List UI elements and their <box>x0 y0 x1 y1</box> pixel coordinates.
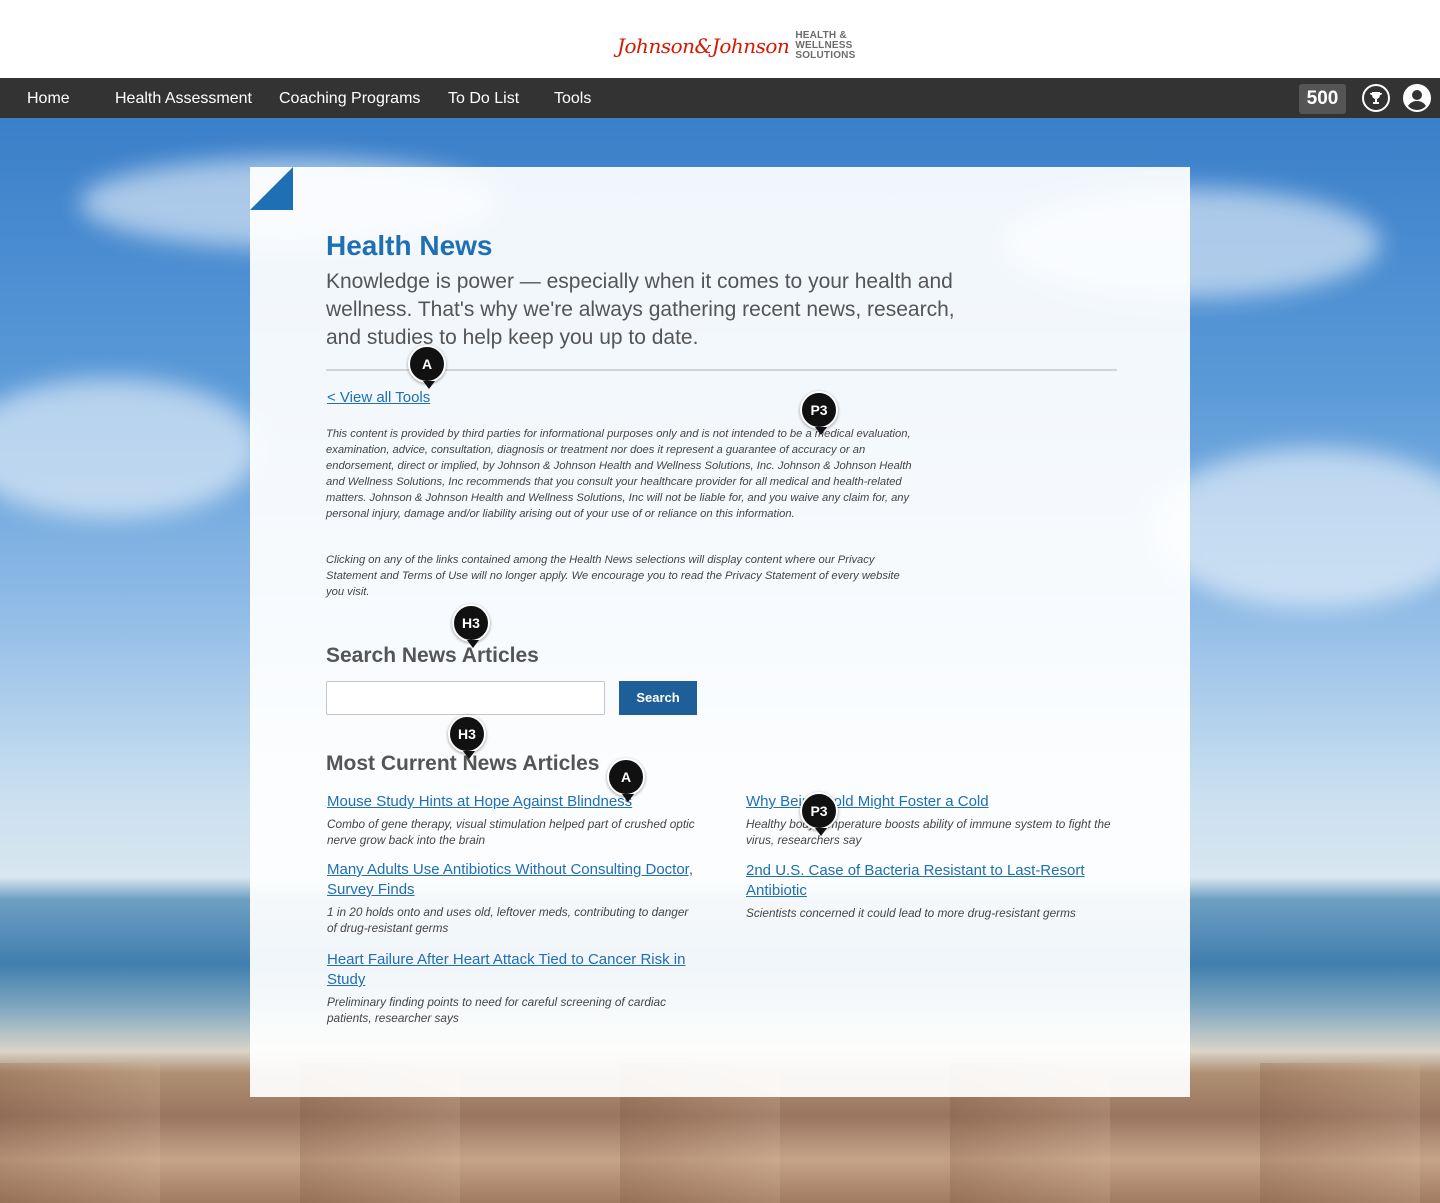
nav-home[interactable]: Home <box>27 78 70 118</box>
user-glyph <box>1407 90 1427 110</box>
view-all-tools-link[interactable]: < View all Tools <box>327 389 430 406</box>
nav-coaching-programs[interactable]: Coaching Programs <box>279 78 420 118</box>
article-summary: Combo of gene therapy, visual stimulatio… <box>327 817 695 847</box>
top-header: Johnson&Johnson HEALTH & WELLNESS SOLUTI… <box>0 0 1440 78</box>
article-link[interactable]: Many Adults Use Antibiotics Without Cons… <box>327 860 697 900</box>
user-profile-icon[interactable] <box>1403 84 1431 112</box>
privacy-notice-text: Clicking on any of the links contained a… <box>326 554 900 598</box>
cloud <box>0 378 260 518</box>
article-item: 2nd U.S. Case of Bacteria Resistant to L… <box>746 861 1116 921</box>
a11y-marker-link: A <box>607 758 645 802</box>
nav-health-assessment[interactable]: Health Assessment <box>115 78 252 118</box>
logo-script: Johnson&Johnson <box>617 34 790 58</box>
nav-tools[interactable]: Tools <box>554 78 591 118</box>
article-item: Many Adults Use Antibiotics Without Cons… <box>327 860 697 936</box>
search-heading: Search News Articles <box>326 644 539 667</box>
nav-to-do-list[interactable]: To Do List <box>448 78 519 118</box>
deck-plank <box>1260 1063 1420 1203</box>
logo-tagline: HEALTH & WELLNESS SOLUTIONS <box>795 31 855 61</box>
points-badge[interactable]: 500 <box>1299 84 1346 114</box>
article-link[interactable]: Mouse Study Hints at Hope Against Blindn… <box>327 792 697 812</box>
article-summary: 1 in 20 holds onto and uses old, leftove… <box>327 905 689 935</box>
article-item: Heart Failure After Heart Attack Tied to… <box>327 950 697 1026</box>
a11y-marker-heading: H3 <box>452 604 490 648</box>
page-title: Health News <box>326 230 493 261</box>
company-logo[interactable]: Johnson&Johnson HEALTH & WELLNESS SOLUTI… <box>617 28 855 64</box>
deck-plank <box>0 1063 160 1203</box>
page-fold-corner <box>250 167 293 210</box>
search-button[interactable]: Search <box>619 681 697 715</box>
article-summary: Healthy body temperature boosts ability … <box>746 817 1111 847</box>
trophy-icon[interactable] <box>1362 84 1390 112</box>
intro-text: Knowledge is power — especially when it … <box>326 270 955 349</box>
disclaimer-text: This content is provided by third partie… <box>326 428 912 520</box>
article-item: Mouse Study Hints at Hope Against Blindn… <box>327 792 697 848</box>
a11y-marker-paragraph: P3 <box>800 792 838 836</box>
main-nav: Home Health Assessment Coaching Programs… <box>0 78 1440 118</box>
a11y-marker-paragraph: P3 <box>800 391 838 435</box>
article-summary: Preliminary finding points to need for c… <box>327 995 667 1025</box>
article-link[interactable]: Heart Failure After Heart Attack Tied to… <box>327 950 697 990</box>
article-summary: Scientists concerned it could lead to mo… <box>746 906 1076 920</box>
a11y-marker-link: A <box>408 345 446 389</box>
trophy-glyph <box>1370 92 1382 104</box>
logo-line-3: SOLUTIONS <box>795 50 856 61</box>
a11y-marker-heading: H3 <box>448 715 486 759</box>
cloud <box>1150 448 1440 608</box>
search-input[interactable] <box>326 681 605 715</box>
article-link[interactable]: 2nd U.S. Case of Bacteria Resistant to L… <box>746 861 1116 901</box>
